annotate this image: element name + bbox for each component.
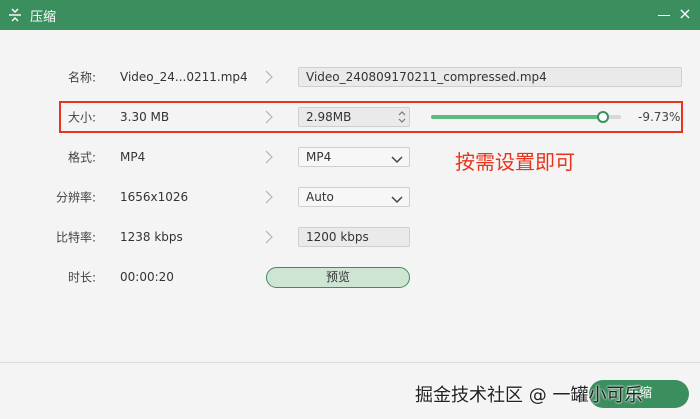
format-label: 格式: (67, 150, 96, 165)
size-value: 2.98MB (306, 110, 352, 124)
size-slider[interactable] (431, 110, 621, 124)
minimize-button[interactable] (656, 7, 672, 23)
bitrate-field[interactable]: 1200 kbps (298, 227, 410, 247)
bitrate-original: 1238 kbps (120, 230, 183, 244)
slider-thumb[interactable] (596, 111, 609, 123)
chevron-right-icon (264, 190, 274, 204)
chevron-right-icon (264, 230, 274, 244)
duration-label: 时长: (67, 270, 96, 285)
chevron-down-icon (391, 192, 403, 204)
size-stepper[interactable]: 2.98MB (298, 107, 410, 127)
resolution-original: 1656x1026 (120, 190, 189, 204)
resolution-label: 分辨率: (55, 190, 96, 205)
resolution-selected: Auto (306, 190, 334, 204)
chevron-right-icon (264, 110, 274, 124)
size-original: 3.30 MB (120, 110, 170, 124)
name-label: 名称: (67, 70, 96, 85)
compress-icon (8, 8, 22, 22)
bitrate-row: 比特率: 1238 kbps 1200 kbps (0, 223, 700, 251)
name-row: 名称: Video_24...0211.mp4 Video_2408091702… (0, 63, 700, 91)
window-title: 压缩 (30, 9, 57, 25)
resolution-select[interactable]: Auto (298, 187, 410, 207)
preview-button[interactable]: 预览 (266, 267, 410, 288)
chevron-right-icon (264, 70, 274, 84)
resolution-row: 分辨率: 1656x1026 Auto (0, 183, 700, 211)
chevron-down-icon (391, 152, 403, 164)
size-label: 大小: (67, 110, 96, 125)
format-original: MP4 (120, 150, 146, 164)
output-name-field[interactable]: Video_240809170211_compressed.mp4 (298, 67, 682, 87)
slider-fill (431, 115, 603, 119)
format-select[interactable]: MP4 (298, 147, 410, 167)
title-bar: 压缩 × (0, 0, 700, 30)
format-selected: MP4 (306, 150, 332, 164)
bitrate-label: 比特率: (55, 230, 96, 245)
name-original: Video_24...0211.mp4 (120, 70, 248, 84)
duration-original: 00:00:20 (120, 270, 174, 284)
format-row: 格式: MP4 MP4 (0, 143, 700, 171)
stepper-arrows-icon[interactable] (397, 109, 407, 125)
compress-button[interactable]: 压缩 (589, 380, 689, 408)
chevron-right-icon (264, 150, 274, 164)
size-row: 大小: 3.30 MB 2.98MB -9.73% (0, 103, 700, 131)
size-percent: -9.73% (638, 110, 681, 124)
close-button[interactable]: × (676, 5, 694, 23)
